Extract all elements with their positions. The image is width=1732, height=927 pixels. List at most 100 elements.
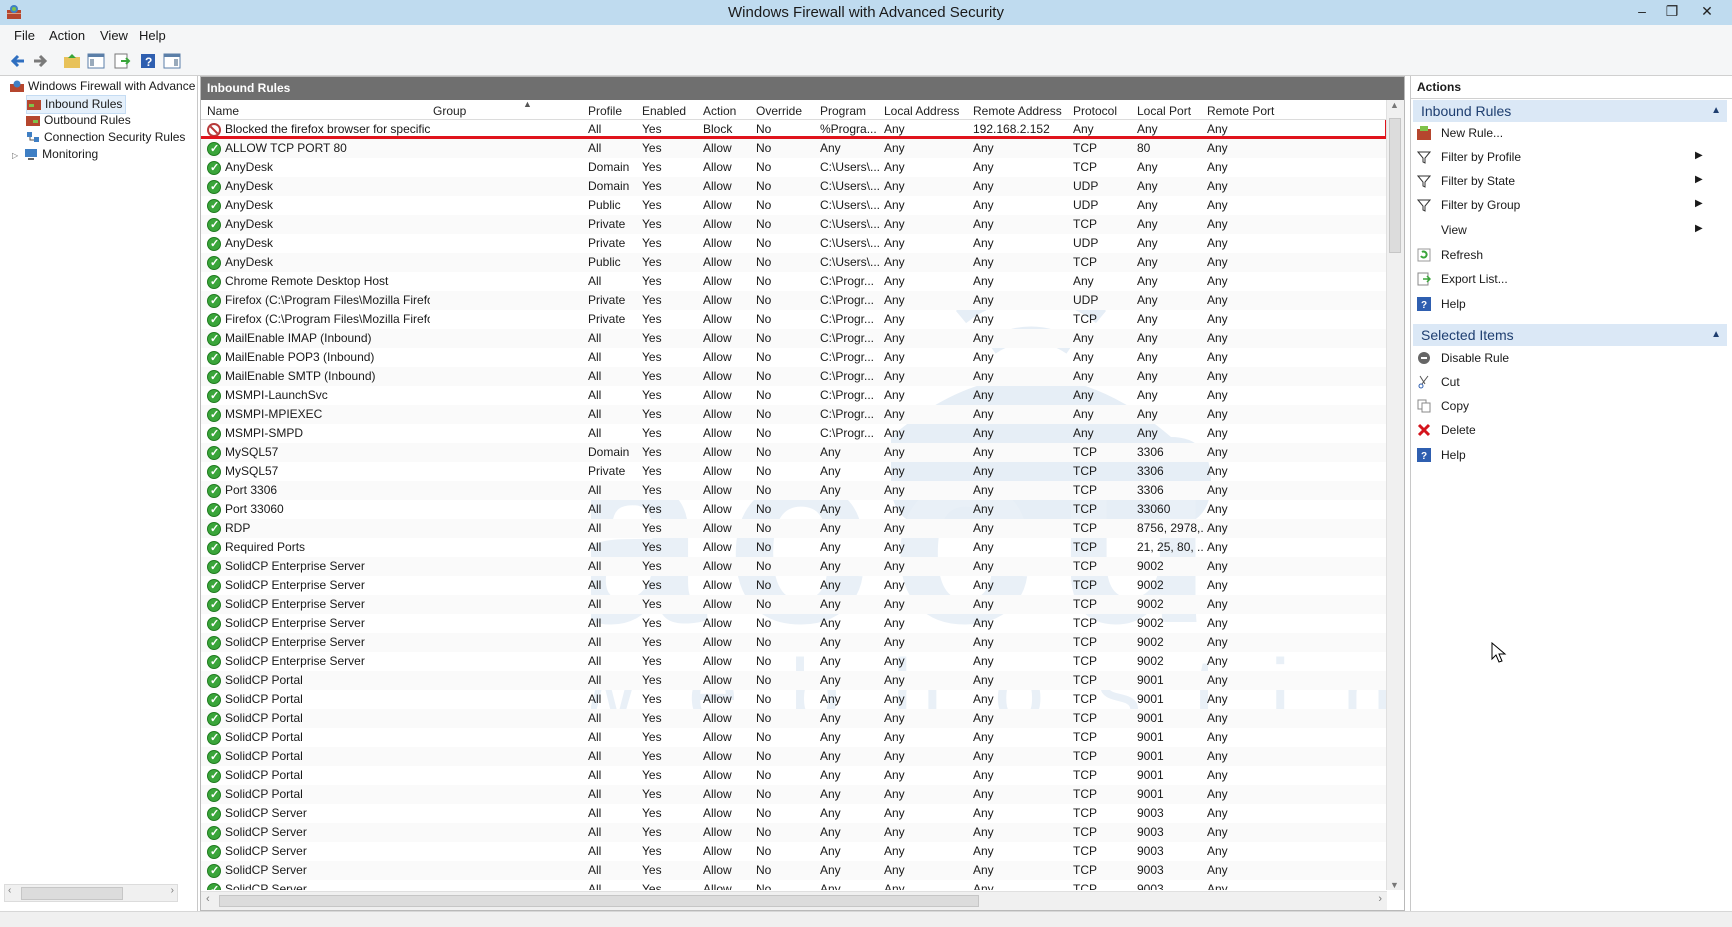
action-refresh[interactable]: Refresh <box>1417 245 1483 265</box>
menu-file[interactable]: File <box>14 28 35 43</box>
help-icon[interactable]: ? <box>138 51 158 71</box>
rules-horizontal-scroll-thumb[interactable] <box>219 895 979 907</box>
table-row[interactable]: SolidCP Portal All Yes Allow No Any Any Any TCP 9… <box>201 709 1387 728</box>
table-row[interactable]: RDP All Yes Allow No Any Any Any TCP 8756, 2978,.… <box>201 519 1387 538</box>
table-row[interactable]: SolidCP Enterprise Server All Yes Allow No An… <box>201 614 1387 633</box>
table-row[interactable]: AnyDesk Public Yes Allow No C:\Users\... Any An… <box>201 196 1387 215</box>
action-view[interactable]: View <box>1441 220 1467 240</box>
tree-item-connection-security-rules[interactable]: Connection Security Rules <box>26 129 185 146</box>
table-row[interactable]: SolidCP Portal All Yes Allow No Any Any Any TCP 9… <box>201 671 1387 690</box>
column-profile[interactable]: Profile <box>588 104 622 118</box>
action-export-list[interactable]: Export List... <box>1417 269 1508 289</box>
scroll-left-icon[interactable]: ‹ <box>206 893 210 905</box>
restore-button[interactable]: ❐ <box>1655 0 1689 22</box>
actions-section-selected-items[interactable]: Selected Items ▲ <box>1413 324 1727 346</box>
table-row[interactable]: MSMPI-MPIEXEC All Yes Allow No C:\Progr... Any… <box>201 405 1387 424</box>
tree-root[interactable]: Windows Firewall with Advance <box>10 78 195 95</box>
column-group[interactable]: Group <box>433 104 466 118</box>
back-icon[interactable] <box>8 51 28 71</box>
action-delete[interactable]: Delete <box>1417 420 1476 440</box>
column-local-address[interactable]: Local Address <box>884 104 959 118</box>
table-row[interactable]: MailEnable POP3 (Inbound) All Yes Allow No C:… <box>201 348 1387 367</box>
table-row[interactable]: SolidCP Server All Yes Allow No Any Any Any TCP 9… <box>201 823 1387 842</box>
scroll-up-icon[interactable]: ▲ <box>1390 100 1399 110</box>
menu-help[interactable]: Help <box>139 28 166 43</box>
table-row[interactable]: SolidCP Server All Yes Allow No Any Any Any TCP 9… <box>201 880 1387 890</box>
table-row[interactable]: Required Ports All Yes Allow No Any Any Any TCP 2… <box>201 538 1387 557</box>
table-row[interactable]: SolidCP Portal All Yes Allow No Any Any Any TCP 9… <box>201 690 1387 709</box>
table-row[interactable]: MySQL57 Domain Yes Allow No Any Any Any TCP 3306 A… <box>201 443 1387 462</box>
table-row[interactable]: AnyDesk Private Yes Allow No C:\Users\... Any A… <box>201 234 1387 253</box>
close-button[interactable]: ✕ <box>1690 0 1724 22</box>
action-cut[interactable]: Cut <box>1418 372 1460 392</box>
collapse-icon[interactable]: ▲ <box>1711 324 1721 346</box>
up-folder-icon[interactable] <box>62 51 82 71</box>
expand-arrow-icon[interactable]: ▷ <box>12 151 18 160</box>
column-name[interactable]: Name <box>207 104 239 118</box>
column-override[interactable]: Override <box>756 104 802 118</box>
column-remote-port[interactable]: Remote Port <box>1207 104 1274 118</box>
action-copy[interactable]: Copy <box>1417 396 1469 416</box>
menu-action[interactable]: Action <box>49 28 85 43</box>
action-help[interactable]: ? Help <box>1417 294 1466 314</box>
show-hide-tree-icon[interactable] <box>86 51 106 71</box>
tree-item-outbound-rules[interactable]: Outbound Rules <box>26 112 131 129</box>
scroll-right-icon[interactable]: › <box>1378 893 1382 905</box>
table-row[interactable]: Firefox (C:\Program Files\Mozilla Firefo… <box>201 310 1387 329</box>
table-row[interactable]: SolidCP Server All Yes Allow No Any Any Any TCP 9… <box>201 804 1387 823</box>
table-row[interactable]: MSMPI-LaunchSvc All Yes Allow No C:\Progr... A… <box>201 386 1387 405</box>
table-row[interactable]: MSMPI-SMPD All Yes Allow No C:\Progr... Any Any… <box>201 424 1387 443</box>
table-row[interactable]: Firefox (C:\Program Files\Mozilla Firefo… <box>201 291 1387 310</box>
tree-item-monitoring[interactable]: ▷ Monitoring <box>12 146 98 163</box>
table-row[interactable]: Port 33060 All Yes Allow No Any Any Any TCP 33060… <box>201 500 1387 519</box>
rules-vertical-scroll-thumb[interactable] <box>1389 118 1401 253</box>
table-row-selected[interactable]: Blocked the firefox browser for specific… <box>201 120 1387 139</box>
table-row[interactable]: SolidCP Enterprise Server All Yes Allow No An… <box>201 652 1387 671</box>
action-new-rule[interactable]: New Rule... <box>1417 123 1503 143</box>
show-hide-action-pane-icon[interactable] <box>162 51 182 71</box>
table-row[interactable]: SolidCP Portal All Yes Allow No Any Any Any TCP 9… <box>201 747 1387 766</box>
forward-icon[interactable] <box>30 51 50 71</box>
table-row[interactable]: SolidCP Portal All Yes Allow No Any Any Any TCP 9… <box>201 766 1387 785</box>
table-row[interactable]: SolidCP Server All Yes Allow No Any Any Any TCP 9… <box>201 842 1387 861</box>
table-row[interactable]: Port 3306 All Yes Allow No Any Any Any TCP 3306 An… <box>201 481 1387 500</box>
table-row[interactable]: Chrome Remote Desktop Host All Yes Allow No C… <box>201 272 1387 291</box>
action-disable-rule[interactable]: Disable Rule <box>1418 348 1509 368</box>
column-protocol[interactable]: Protocol <box>1073 104 1117 118</box>
table-row[interactable]: AnyDesk Private Yes Allow No C:\Users\... Any A… <box>201 215 1387 234</box>
column-remote-address[interactable]: Remote Address <box>973 104 1062 118</box>
menu-view[interactable]: View <box>100 28 128 43</box>
column-enabled[interactable]: Enabled <box>642 104 686 118</box>
actions-section-inbound-rules[interactable]: Inbound Rules ▲ <box>1413 100 1727 122</box>
table-row[interactable]: SolidCP Server All Yes Allow No Any Any Any TCP 9… <box>201 861 1387 880</box>
action-filter-by-group[interactable]: Filter by Group <box>1417 195 1520 215</box>
tree-scroll-thumb[interactable] <box>21 887 123 900</box>
action-filter-by-state[interactable]: Filter by State <box>1417 171 1515 191</box>
table-row[interactable]: ALLOW TCP PORT 80 All Yes Allow No Any Any Any T… <box>201 139 1387 158</box>
table-row[interactable]: SolidCP Enterprise Server All Yes Allow No An… <box>201 633 1387 652</box>
table-row[interactable]: AnyDesk Public Yes Allow No C:\Users\... Any An… <box>201 253 1387 272</box>
export-icon[interactable] <box>112 51 132 71</box>
rules-vertical-scrollbar[interactable]: ▲ ▼ <box>1386 100 1404 890</box>
column-local-port[interactable]: Local Port <box>1137 104 1191 118</box>
table-row[interactable]: AnyDesk Domain Yes Allow No C:\Users\... Any An… <box>201 177 1387 196</box>
table-row[interactable]: SolidCP Enterprise Server All Yes Allow No An… <box>201 595 1387 614</box>
action-filter-by-profile[interactable]: Filter by Profile <box>1417 147 1521 167</box>
column-program[interactable]: Program <box>820 104 866 118</box>
table-row[interactable]: SolidCP Enterprise Server All Yes Allow No An… <box>201 557 1387 576</box>
scroll-down-icon[interactable]: ▼ <box>1390 880 1399 890</box>
table-row[interactable]: MySQL57 Private Yes Allow No Any Any Any TCP 3306… <box>201 462 1387 481</box>
minimize-button[interactable]: – <box>1625 0 1659 22</box>
rules-horizontal-scrollbar[interactable]: ‹ › <box>201 891 1387 910</box>
table-row[interactable]: AnyDesk Domain Yes Allow No C:\Users\... Any An… <box>201 158 1387 177</box>
table-row[interactable]: SolidCP Enterprise Server All Yes Allow No An… <box>201 576 1387 595</box>
table-row[interactable]: SolidCP Portal All Yes Allow No Any Any Any TCP 9… <box>201 728 1387 747</box>
scroll-right-icon[interactable]: › <box>171 885 174 896</box>
scroll-left-icon[interactable]: ‹ <box>8 885 11 896</box>
column-action[interactable]: Action <box>703 104 736 118</box>
table-row[interactable]: MailEnable IMAP (Inbound) All Yes Allow No C:… <box>201 329 1387 348</box>
tree-horizontal-scrollbar[interactable]: ‹ › <box>4 884 178 902</box>
collapse-icon[interactable]: ▲ <box>1711 100 1721 122</box>
action-help-selected[interactable]: ? Help <box>1417 445 1466 465</box>
table-row[interactable]: SolidCP Portal All Yes Allow No Any Any Any TCP 9… <box>201 785 1387 804</box>
